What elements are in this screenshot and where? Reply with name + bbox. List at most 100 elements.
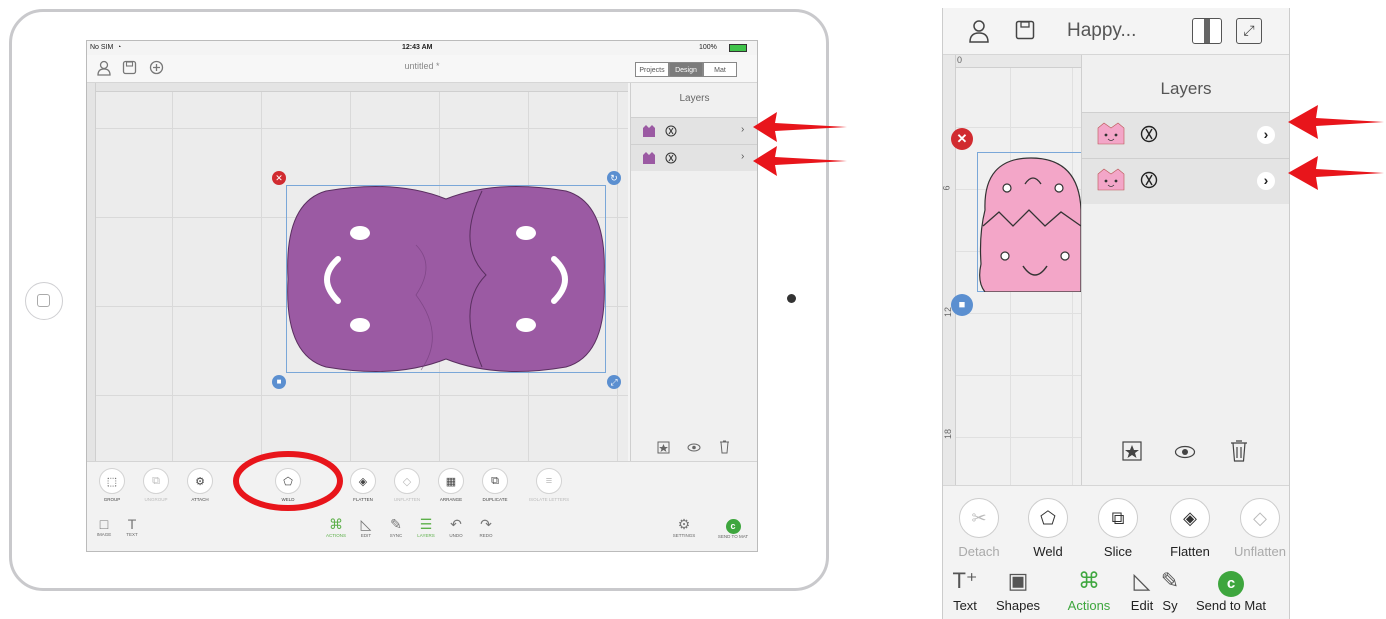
phone-layer-row-1[interactable]: › bbox=[1082, 112, 1289, 158]
unflatten-icon: ◇ bbox=[1240, 498, 1280, 538]
layer-row-1[interactable]: › bbox=[631, 117, 757, 144]
text-add-icon: T bbox=[127, 516, 137, 532]
tab-design[interactable]: Design bbox=[669, 62, 703, 77]
phone-ruler-top: 0 bbox=[943, 55, 1081, 68]
cut-icon bbox=[665, 125, 677, 137]
trash-icon[interactable] bbox=[719, 440, 730, 454]
flatten-button[interactable]: ◈ Flatten bbox=[1157, 498, 1223, 559]
carrier-label: No SIM bbox=[90, 44, 114, 51]
sync-icon: ✎ bbox=[1160, 568, 1180, 593]
nav-send-to-mat[interactable]: c Send to Mat bbox=[1183, 568, 1279, 613]
tab-projects[interactable]: Projects bbox=[635, 62, 669, 77]
chevron-right-icon[interactable]: › bbox=[1257, 172, 1275, 190]
layer-thumbnail-icon bbox=[643, 125, 655, 137]
unflatten-button[interactable]: ◇ UNFLATTEN bbox=[390, 468, 424, 502]
flatten-button[interactable]: ◈ FLATTEN bbox=[346, 468, 380, 502]
cut-icon bbox=[665, 152, 677, 164]
nav-text[interactable]: T⁺ Text bbox=[943, 568, 993, 613]
weld-highlight-ellipse bbox=[233, 451, 343, 511]
ungroup-button[interactable]: ⧉ UNGROUP bbox=[139, 468, 173, 502]
visibility-icon[interactable] bbox=[687, 443, 701, 452]
ruler-mark: 0 bbox=[957, 55, 963, 65]
tab-mat[interactable]: Mat bbox=[703, 62, 737, 77]
save-icon[interactable] bbox=[1015, 20, 1035, 40]
trash-icon[interactable] bbox=[1230, 439, 1248, 463]
arrow-icon-phone-layers bbox=[1288, 105, 1384, 190]
resize-handle-icon[interactable]: ⤢ bbox=[607, 375, 621, 389]
nav-send-to-mat[interactable]: c SEND TO MAT bbox=[711, 516, 755, 539]
account-icon[interactable] bbox=[96, 60, 112, 76]
ruler-left bbox=[87, 83, 96, 461]
nav-actions[interactable]: ⌘ ACTIONS bbox=[319, 516, 353, 538]
lock-handle-icon[interactable]: ■ bbox=[951, 294, 973, 316]
flatten-icon: ◈ bbox=[350, 468, 376, 494]
pink-face-shape[interactable] bbox=[979, 154, 1081, 292]
nav-sync[interactable]: ✎ Sy bbox=[1160, 568, 1180, 613]
layers-icon: ☰ bbox=[419, 516, 433, 532]
sync-icon: ✎ bbox=[390, 516, 402, 532]
detach-icon: ✂ bbox=[959, 498, 999, 538]
isolate-letters-button[interactable]: ≡ ISOLATE LETTERS bbox=[528, 468, 570, 502]
rotate-handle-icon[interactable]: ↻ bbox=[607, 171, 621, 185]
nav-layers[interactable]: ☰ LAYERS bbox=[409, 516, 443, 538]
contour-icon[interactable] bbox=[1122, 441, 1142, 461]
bottom-toolbar: ⬚ GROUP ⧉ UNGROUP ⚙ ATTACH ⬠ WELD ◈ FLATTEN ◇… bbox=[87, 461, 757, 551]
top-toolbar: untitled * Projects Design Mat bbox=[87, 55, 757, 83]
new-project-icon[interactable] bbox=[149, 60, 164, 75]
detach-button[interactable]: ✂ Detach bbox=[946, 498, 1012, 559]
panel-toggle-icon[interactable] bbox=[1192, 18, 1222, 44]
delete-handle-icon[interactable]: ✕ bbox=[951, 128, 973, 150]
save-icon[interactable] bbox=[122, 60, 137, 75]
nav-edit[interactable]: ◺ EDIT bbox=[349, 516, 383, 538]
nav-shapes[interactable]: ▣ Shapes bbox=[990, 568, 1046, 613]
attach-button[interactable]: ⚙ ATTACH bbox=[183, 468, 217, 502]
layer-row-2[interactable]: › bbox=[631, 144, 757, 171]
weld-button[interactable]: ⬠ Weld bbox=[1015, 498, 1081, 559]
nav-redo[interactable]: ↷ REDO bbox=[469, 516, 503, 538]
shapes-add-icon: ▣ bbox=[1007, 568, 1029, 593]
layer-thumbnail-icon bbox=[643, 152, 655, 164]
phone-ruler-left: 6 12 18 bbox=[943, 55, 956, 485]
phone-screen: Happy... ⤢ 0 6 12 18 ✕ ■ Layers › › ✂ De… bbox=[942, 8, 1290, 619]
slice-button[interactable]: ⧉ Slice bbox=[1085, 498, 1151, 559]
status-bar: No SIM ◔ 12:43 AM 100% bbox=[87, 41, 757, 55]
camera-dot bbox=[787, 294, 796, 303]
battery-icon bbox=[729, 44, 747, 52]
nav-settings[interactable]: ⚙ SETTINGS bbox=[667, 516, 701, 538]
undo-icon: ↶ bbox=[450, 516, 462, 532]
home-button[interactable] bbox=[25, 282, 63, 320]
weld-icon: ⬠ bbox=[1028, 498, 1068, 538]
project-title: Happy... bbox=[1067, 20, 1137, 41]
layers-title: Layers bbox=[1160, 79, 1212, 98]
phone-top-toolbar: Happy... ⤢ bbox=[943, 8, 1289, 55]
actions-icon: ⌘ bbox=[329, 516, 343, 532]
send-to-mat-icon: c bbox=[725, 519, 741, 534]
cut-icon bbox=[1140, 125, 1158, 143]
welded-shape[interactable] bbox=[286, 185, 606, 373]
phone-layer-row-2[interactable]: › bbox=[1082, 158, 1289, 204]
group-button[interactable]: ⬚ GROUP bbox=[95, 468, 129, 502]
chevron-right-icon[interactable]: › bbox=[1257, 126, 1275, 144]
gear-icon: ⚙ bbox=[677, 516, 691, 532]
expand-icon[interactable]: ⤢ bbox=[1236, 18, 1262, 44]
chevron-right-icon[interactable]: › bbox=[741, 124, 744, 135]
chevron-right-icon[interactable]: › bbox=[741, 151, 744, 162]
nav-text[interactable]: T TEXT bbox=[115, 516, 149, 537]
unflatten-button[interactable]: ◇ Unflatten bbox=[1225, 498, 1289, 559]
contour-icon[interactable] bbox=[657, 441, 670, 454]
nav-undo[interactable]: ↶ UNDO bbox=[439, 516, 473, 538]
isolate-letters-icon: ≡ bbox=[536, 468, 562, 494]
account-icon[interactable] bbox=[967, 19, 991, 43]
lock-handle-icon[interactable]: ■ bbox=[272, 375, 286, 389]
flatten-icon: ◈ bbox=[1170, 498, 1210, 538]
battery-percent: 100% bbox=[699, 44, 717, 51]
arrow-icon-ipad-layers bbox=[753, 112, 847, 176]
nav-sync[interactable]: ✎ SYNC bbox=[379, 516, 413, 538]
delete-handle-icon[interactable]: ✕ bbox=[272, 171, 286, 185]
layers-panel: Layers › › bbox=[630, 83, 757, 461]
duplicate-button[interactable]: ⧉ DUPLICATE bbox=[478, 468, 512, 502]
arrange-button[interactable]: ▦ ARRANGE bbox=[434, 468, 468, 502]
ruler-top bbox=[87, 83, 628, 92]
visibility-icon[interactable] bbox=[1174, 445, 1196, 459]
wifi-icon: ◔ bbox=[117, 44, 122, 51]
